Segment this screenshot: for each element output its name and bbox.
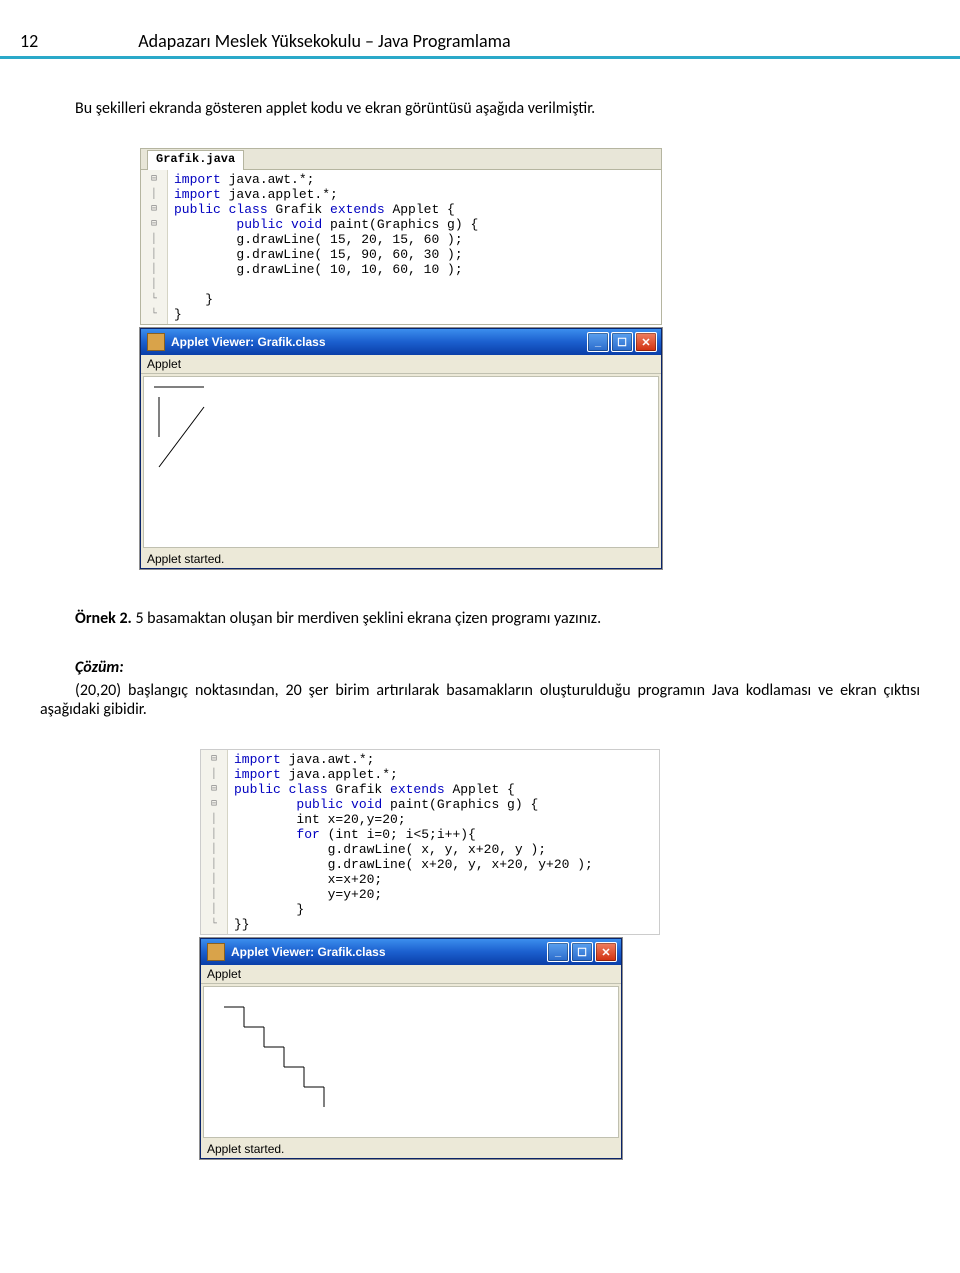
titlebar[interactable]: Applet Viewer: Grafik.class _ ☐ ✕ (141, 329, 661, 355)
code-editor-1: Grafik.java ⊟│⊟⊟││││└└ import java.awt.*… (140, 148, 662, 325)
minimize-button[interactable]: _ (547, 942, 569, 962)
menu-applet-2[interactable]: Applet (201, 965, 621, 984)
page-number: 12 (20, 30, 38, 52)
intro-paragraph: Bu şekilleri ekranda gösteren applet kod… (40, 99, 920, 118)
status-text-2: Applet started. (201, 1140, 621, 1158)
window-title: Applet Viewer: Grafik.class (171, 335, 587, 349)
java-icon (207, 943, 225, 961)
solution-text: (20,20) başlangıç noktasından, 20 şer bi… (40, 681, 920, 719)
java-icon (147, 333, 165, 351)
solution-label: Çözüm: (40, 658, 920, 677)
code-content-2: import java.awt.*; import java.applet.*;… (228, 750, 599, 934)
applet-canvas-2 (203, 986, 619, 1138)
close-button[interactable]: ✕ (595, 942, 617, 962)
editor-gutter-2: ⊟│⊟⊟│││││││└ (201, 750, 228, 934)
menu-applet[interactable]: Applet (141, 355, 661, 374)
applet-viewer-window-1: Applet Viewer: Grafik.class _ ☐ ✕ Applet… (140, 328, 662, 569)
example2-heading: Örnek 2. 5 basamaktan oluşan bir merdive… (40, 609, 920, 628)
window-title-2: Applet Viewer: Grafik.class (231, 945, 547, 959)
page-header: 12 Adapazarı Meslek Yüksekokulu – Java P… (40, 30, 920, 52)
close-button[interactable]: ✕ (635, 332, 657, 352)
maximize-button[interactable]: ☐ (571, 942, 593, 962)
maximize-button[interactable]: ☐ (611, 332, 633, 352)
applet-canvas-1 (143, 376, 659, 548)
code-editor-2: ⊟│⊟⊟│││││││└ import java.awt.*; import j… (200, 749, 660, 935)
status-text: Applet started. (141, 550, 661, 568)
header-title: Adapazarı Meslek Yüksekokulu – Java Prog… (138, 30, 510, 52)
applet-viewer-window-2: Applet Viewer: Grafik.class _ ☐ ✕ Applet (200, 938, 622, 1159)
minimize-button[interactable]: _ (587, 332, 609, 352)
header-rule (0, 56, 960, 59)
titlebar-2[interactable]: Applet Viewer: Grafik.class _ ☐ ✕ (201, 939, 621, 965)
editor-tab-row: Grafik.java (141, 149, 661, 170)
editor-gutter: ⊟│⊟⊟││││└└ (141, 170, 168, 324)
example2-text: 5 basamaktan oluşan bir merdiven şeklini… (132, 609, 601, 628)
editor-tab-grafik[interactable]: Grafik.java (147, 150, 244, 170)
example2-label: Örnek 2. (75, 609, 132, 628)
code-content-1: import java.awt.*; import java.applet.*;… (168, 170, 484, 324)
